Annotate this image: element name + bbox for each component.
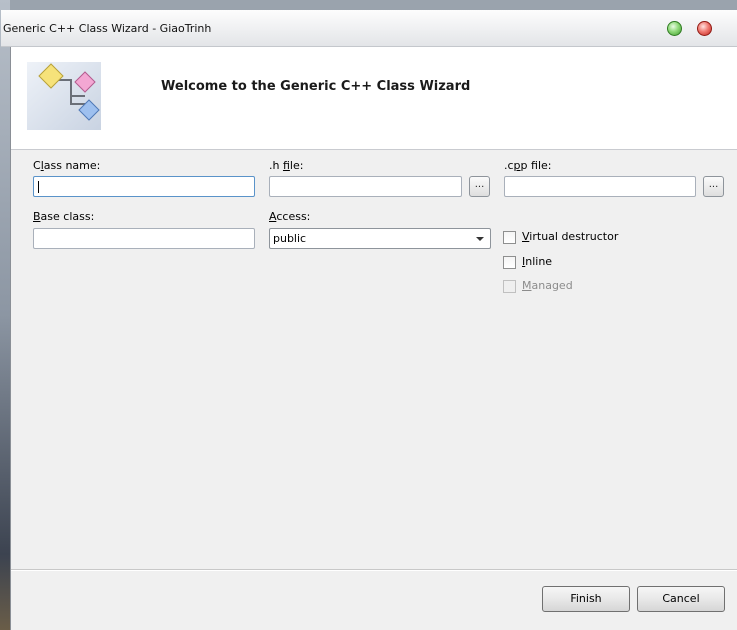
- h-file-input[interactable]: [269, 176, 462, 197]
- class-wizard-dialog: Generic C++ Class Wizard - GiaoTrinh Wel…: [1, 10, 737, 630]
- desktop-background: [0, 0, 10, 630]
- minimize-icon[interactable]: [667, 21, 682, 36]
- access-label: Access:: [269, 210, 311, 223]
- title-bar[interactable]: Generic C++ Class Wizard - GiaoTrinh: [1, 10, 737, 47]
- virtual-destructor-checkbox[interactable]: [503, 231, 516, 244]
- wizard-header: Welcome to the Generic C++ Class Wizard: [11, 47, 737, 150]
- access-dropdown[interactable]: public: [269, 228, 491, 249]
- class-name-label: Class name:: [33, 159, 101, 172]
- window-title: Generic C++ Class Wizard - GiaoTrinh: [3, 22, 212, 35]
- text-caret: [38, 181, 39, 193]
- class-name-input[interactable]: [33, 176, 255, 197]
- h-file-label: .h file:: [269, 159, 304, 172]
- wizard-title: Welcome to the Generic C++ Class Wizard: [161, 79, 471, 94]
- h-file-browse-button[interactable]: ...: [469, 176, 490, 197]
- cpp-file-label: .cpp file:: [504, 159, 552, 172]
- close-icon[interactable]: [697, 21, 712, 36]
- base-class-input[interactable]: [33, 228, 255, 249]
- chevron-down-icon: [476, 237, 484, 241]
- base-class-label: Base class:: [33, 210, 95, 223]
- managed-label: Managed: [522, 279, 573, 292]
- virtual-destructor-label[interactable]: Virtual destructor: [522, 230, 618, 243]
- cancel-button[interactable]: Cancel: [637, 586, 725, 612]
- cpp-file-browse-button[interactable]: ...: [703, 176, 724, 197]
- inline-label[interactable]: Inline: [522, 255, 552, 268]
- finish-button[interactable]: Finish: [542, 586, 630, 612]
- inline-checkbox[interactable]: [503, 256, 516, 269]
- access-selected-value: public: [273, 232, 307, 245]
- class-wizard-logo-icon: [27, 62, 101, 130]
- cpp-file-input[interactable]: [504, 176, 696, 197]
- footer-divider-highlight: [11, 570, 737, 571]
- managed-checkbox: [503, 280, 516, 293]
